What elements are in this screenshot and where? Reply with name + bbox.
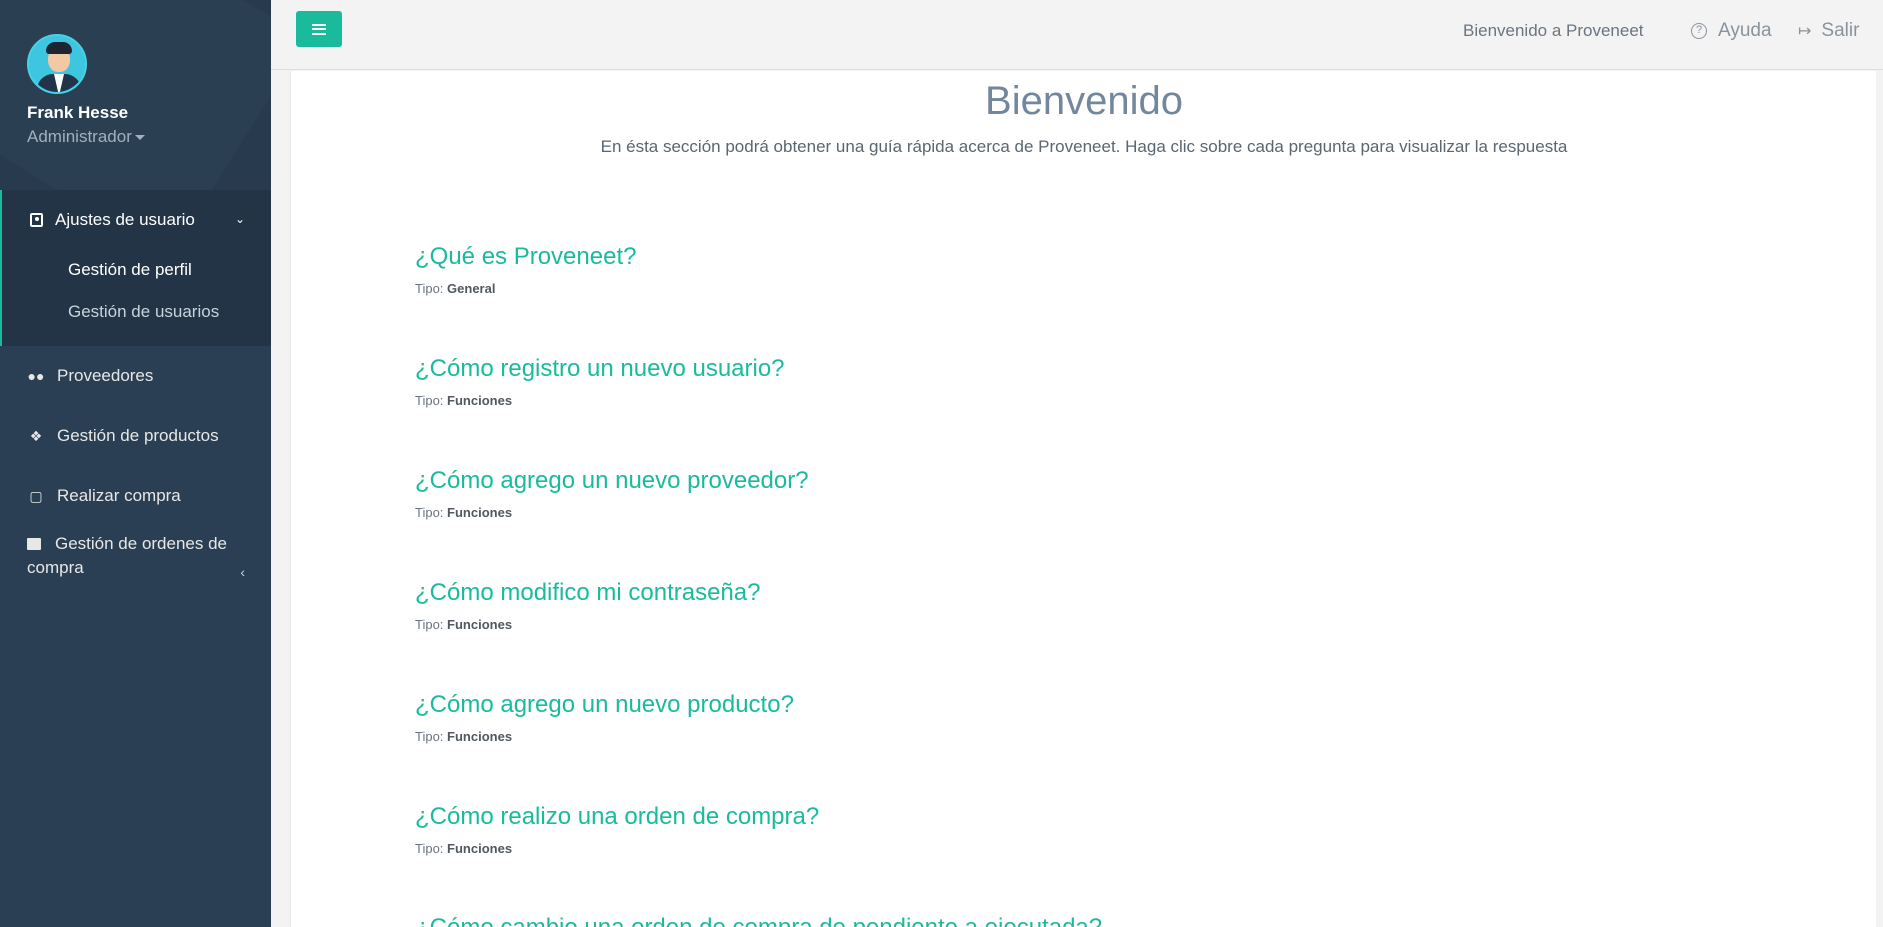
dropbox-icon: ❖ [29,427,43,444]
faq-type-value: Funciones [447,729,513,744]
faq-type-value: Funciones [447,505,513,520]
sign-out-icon: ↦ [1798,23,1812,40]
faq-question-link[interactable]: ¿Cómo agrego un nuevo producto? [415,691,794,719]
avatar[interactable] [27,34,87,94]
submenu-gestion-usuarios[interactable]: Gestión de usuarios [68,302,219,322]
menu-toggle-button[interactable] [296,11,342,47]
faq-type: Tipo: General [415,281,496,296]
chevron-down-icon: ⌄ [234,212,245,226]
user-role: Administrador [27,127,132,146]
page-subtitle: En ésta sección podrá obtener una guía r… [600,137,1568,156]
caret-down-icon [134,135,145,141]
help-link[interactable]: ? Ayuda [1691,20,1772,42]
faq-question-link[interactable]: ¿Cómo realizo una orden de compra? [415,803,819,831]
users-icon: ●● [27,368,45,384]
help-label: Ayuda [1718,20,1772,41]
top-navbar: Bienvenido a Proveneet ? Ayuda ↦ Salir [271,0,1883,70]
menu-item-ordenes[interactable]: Gestión de ordenes de compra ‹ [0,526,271,616]
submenu-gestion-perfil[interactable]: Gestión de perfil [68,260,192,280]
faq-item: ¿Qué es Proveneet? Tipo: General [415,243,636,296]
faq-item: ¿Cómo registro un nuevo usuario? Tipo: F… [415,355,785,408]
user-role-dropdown[interactable]: Administrador [27,127,145,147]
faq-type-value: General [447,281,496,296]
faq-question-link[interactable]: ¿Cómo cambio una orden de compra de pend… [415,914,1102,927]
menu-section-ajustes: Ajustes de usuario ⌄ Gestión de perfil G… [0,190,271,346]
logout-link[interactable]: ↦ Salir [1798,20,1859,42]
menu-item-productos[interactable]: ❖ Gestión de productos [0,406,271,466]
decorative-shape [0,0,271,190]
faq-item: ¿Cómo agrego un nuevo proveedor? Tipo: F… [415,467,809,520]
menu-item-label: Ajustes de usuario [55,210,195,229]
menu-item-proveedores[interactable]: ●● Proveedores [0,346,271,406]
side-menu: Ajustes de usuario ⌄ Gestión de perfil G… [0,190,271,616]
faq-type-value: Funciones [447,617,513,632]
menu-item-compra[interactable]: ▢ Realizar compra [0,466,271,526]
faq-type: Tipo: Funciones [415,505,513,520]
faq-question-link[interactable]: ¿Cómo registro un nuevo usuario? [415,355,785,383]
sidebar: Frank Hesse Administrador Ajustes de usu… [0,0,271,927]
chevron-left-icon: ‹ [240,564,245,580]
shopping-bag-icon [27,538,41,550]
menu-item-label: Gestión de ordenes de compra [27,534,228,577]
faq-type: Tipo: Funciones [415,617,513,632]
profile-panel: Frank Hesse Administrador [0,0,271,190]
menu-item-label: Realizar compra [57,486,181,505]
question-circle-icon: ? [1691,23,1707,39]
faq-item: ¿Cómo cambio una orden de compra de pend… [415,914,1102,927]
menu-item-ajustes[interactable]: Ajustes de usuario [30,210,195,230]
page-title: Bienvenido [985,79,1183,123]
faq-type: Tipo: Funciones [415,393,513,408]
welcome-text: Bienvenido a Proveneet [1463,21,1644,40]
faq-question-link[interactable]: ¿Cómo modifico mi contraseña? [415,579,760,607]
faq-item: ¿Cómo modifico mi contraseña? Tipo: Func… [415,579,760,632]
faq-question-link[interactable]: ¿Cómo agrego un nuevo proveedor? [415,467,809,495]
faq-type-value: Funciones [447,841,513,856]
faq-type: Tipo: Funciones [415,729,513,744]
menu-item-label: Proveedores [57,366,154,385]
faq-type: Tipo: Funciones [415,841,513,856]
hamburger-icon [312,23,326,35]
faq-item: ¿Cómo realizo una orden de compra? Tipo:… [415,803,819,856]
menu-item-label: Gestión de productos [57,426,219,445]
faq-question-link[interactable]: ¿Qué es Proveneet? [415,243,636,271]
cart-icon: ▢ [29,487,43,504]
faq-type-value: Funciones [447,393,513,408]
main-content: Bienvenido En ésta sección podrá obtener… [290,71,1876,927]
logout-label: Salir [1821,20,1860,41]
faq-item: ¿Cómo agrego un nuevo producto? Tipo: Fu… [415,691,794,744]
user-name: Frank Hesse [27,103,129,122]
user-card-icon [30,213,43,227]
